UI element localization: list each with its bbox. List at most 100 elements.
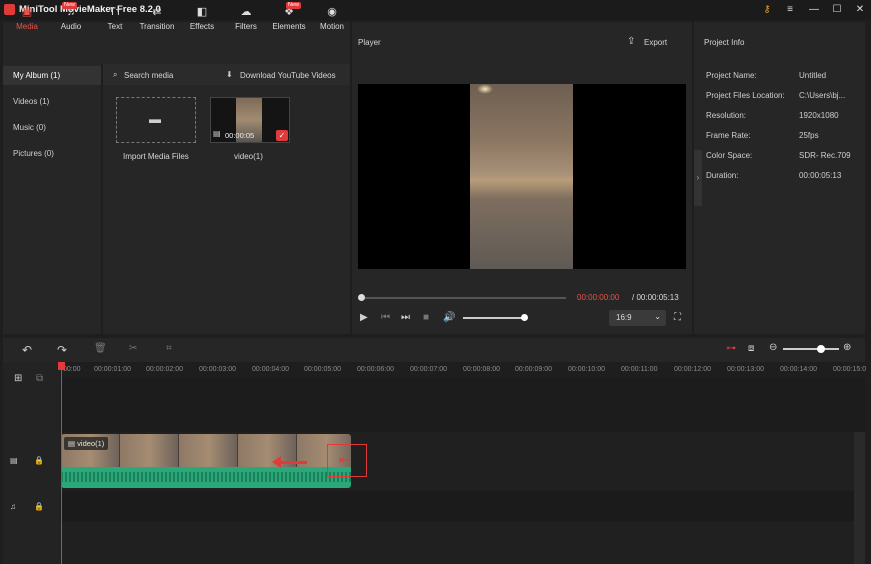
timeline-scrollbar[interactable] <box>854 432 865 564</box>
playhead-handle[interactable] <box>58 362 65 370</box>
tab-audio[interactable]: ♫ Audio <box>51 4 91 38</box>
menu-icon[interactable]: ≡ <box>783 3 797 17</box>
crop-icon[interactable]: ⌗ <box>166 343 172 354</box>
info-key-location: Project Files Location: <box>706 91 785 100</box>
album-item-my-album[interactable]: My Album (1) <box>13 71 60 80</box>
delete-icon[interactable]: 🗑 <box>94 343 107 354</box>
ruler-tick: 00:00:02:00 <box>146 366 183 373</box>
maximize-button[interactable]: ☐ <box>830 3 844 17</box>
copy-track-icon[interactable]: ⧉ <box>36 373 43 384</box>
new-badge-audio: New <box>62 2 78 9</box>
drag-arrow <box>277 461 307 464</box>
info-val-colorspace: SDR- Rec.709 <box>799 151 851 160</box>
project-info-title: Project Info <box>704 38 745 47</box>
timeline-video-clip[interactable]: ▤ video(1) <box>61 434 351 488</box>
clip-label: ▤ video(1) <box>64 437 109 450</box>
tab-transition[interactable]: ⇄ Transition <box>137 4 177 38</box>
music-track-icon: ♫ <box>10 502 16 511</box>
chevron-down-icon: ⌄ <box>654 312 661 321</box>
effects-icon: ◧ <box>196 6 208 18</box>
ruler-tick: 00:00 <box>63 366 81 373</box>
export-button[interactable]: Export <box>644 38 667 47</box>
film-icon: ▤ <box>68 439 78 448</box>
ruler-tick: 00:00:13:00 <box>727 366 764 373</box>
album-item-pictures[interactable]: Pictures (0) <box>13 149 54 158</box>
download-youtube-button[interactable]: Download YouTube Videos <box>240 71 336 80</box>
album-item-videos[interactable]: Videos (1) <box>13 97 49 106</box>
info-val-duration: 00:00:05:13 <box>799 171 842 180</box>
volume-handle[interactable] <box>521 314 528 321</box>
media-icon: ▣ <box>21 6 33 18</box>
redo-icon[interactable]: ↷ <box>57 343 67 357</box>
ruler-tick: 00:00:04:00 <box>252 366 289 373</box>
video-track-icon: ▤ <box>10 456 18 465</box>
info-val-resolution: 1920x1080 <box>799 111 839 120</box>
info-key-colorspace: Color Space: <box>706 151 753 160</box>
ruler-tick: 00:00:03:00 <box>199 366 236 373</box>
check-icon[interactable]: ✓ <box>276 130 288 141</box>
zoom-slider[interactable] <box>783 348 839 350</box>
fullscreen-icon[interactable]: ⛶ <box>674 312 681 323</box>
ruler-tick: 00:00:06:00 <box>357 366 394 373</box>
ruler-tick: 00:00:12:00 <box>674 366 711 373</box>
export-icon: ⇪ <box>627 36 636 47</box>
split-icon[interactable]: ✂ <box>129 343 137 354</box>
zoom-handle[interactable] <box>817 345 825 353</box>
undo-icon[interactable]: ↶ <box>22 343 32 357</box>
download-icon: ⬇ <box>226 70 233 79</box>
info-val-framerate: 25fps <box>799 131 819 140</box>
ruler-tick: 00:00:05:00 <box>304 366 341 373</box>
seek-bar[interactable] <box>361 297 566 299</box>
film-icon: ▤ <box>213 129 221 138</box>
lock-icon[interactable]: 🔒 <box>34 502 44 511</box>
key-icon[interactable]: ⚷ <box>760 3 774 17</box>
tab-motion[interactable]: ◉ Motion <box>312 4 352 38</box>
ruler-tick: 00:00:15:0 <box>833 366 867 373</box>
add-track-icon[interactable]: ⊞ <box>14 373 22 384</box>
tab-filters[interactable]: ☁ Filters <box>226 4 266 38</box>
tab-text[interactable]: Tт Text <box>95 4 135 38</box>
timeline-empty-area <box>60 522 854 564</box>
aspect-ratio-select[interactable]: 16:9 ⌄ <box>609 310 666 326</box>
close-button[interactable]: ✕ <box>853 3 867 17</box>
info-key-resolution: Resolution: <box>706 111 747 120</box>
tab-effects[interactable]: ◧ Effects <box>182 4 222 38</box>
tab-elements[interactable]: ❖ Elements <box>269 4 309 38</box>
collapse-panel-button[interactable]: › <box>694 150 702 206</box>
motion-icon: ◉ <box>327 6 337 18</box>
volume-slider[interactable] <box>463 317 525 319</box>
info-key-name: Project Name: <box>706 71 757 80</box>
search-media-button[interactable]: Search media <box>124 71 173 80</box>
clip-duration: 00:00:05 <box>225 131 255 140</box>
playhead-line[interactable] <box>61 362 62 564</box>
text-icon: Tт <box>109 6 121 18</box>
info-val-name: Untitled <box>799 71 827 80</box>
ruler-tick: 00:00:09:00 <box>515 366 552 373</box>
snap-icon[interactable]: ⊶ <box>726 343 736 354</box>
clip-name: video(1) <box>234 152 263 161</box>
zoom-in-icon[interactable]: ⊕ <box>843 342 851 353</box>
ruler-tick: 00:00:07:00 <box>410 366 447 373</box>
album-item-music[interactable]: Music (0) <box>13 123 46 132</box>
filters-icon: ☁ <box>240 6 252 18</box>
import-media-label: Import Media Files <box>123 152 189 161</box>
tab-media[interactable]: ▣ Media <box>7 4 47 38</box>
stop-icon[interactable]: ■ <box>423 312 429 323</box>
prev-frame-icon[interactable]: ⏮ <box>381 312 390 323</box>
current-time: 00:00:00:00 <box>577 293 620 302</box>
minimize-button[interactable]: — <box>807 3 821 17</box>
volume-icon[interactable]: 🔊 <box>443 312 455 323</box>
fit-icon[interactable]: ⧈ <box>748 343 754 354</box>
lock-icon[interactable]: 🔒 <box>34 456 44 465</box>
search-icon: ⌕ <box>113 70 118 79</box>
zoom-out-icon[interactable]: ⊖ <box>769 342 777 353</box>
trim-cursor-icon: ⇤ <box>339 452 350 467</box>
next-frame-icon[interactable]: ⏭ <box>401 312 410 323</box>
transition-icon: ⇄ <box>152 6 162 18</box>
info-key-duration: Duration: <box>706 171 739 180</box>
play-icon[interactable]: ▶ <box>360 312 368 323</box>
ruler-tick: 00:00:08:00 <box>463 366 500 373</box>
video-sun <box>477 84 493 94</box>
player-title: Player <box>358 38 381 47</box>
seek-handle[interactable] <box>358 294 365 301</box>
